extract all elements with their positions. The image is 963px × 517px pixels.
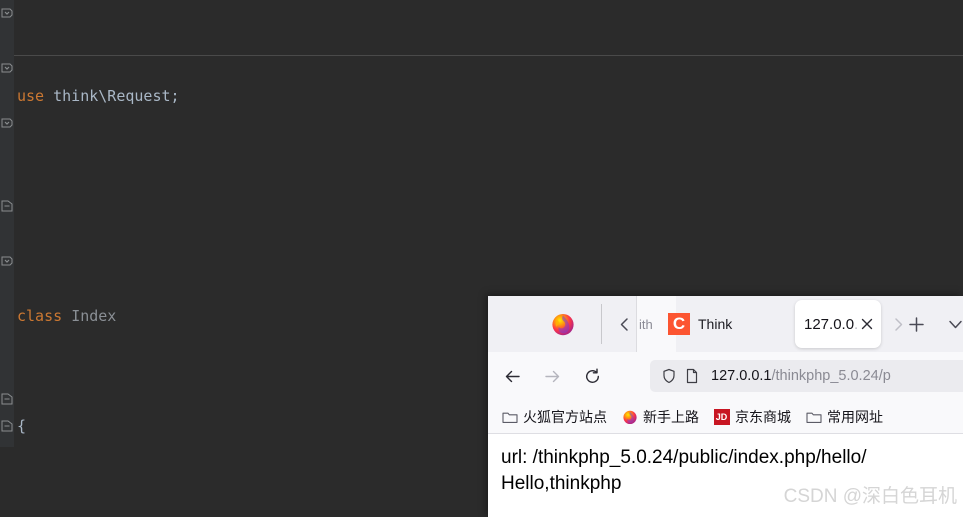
token-keyword-use: use [17,86,45,105]
page-icon[interactable] [683,367,701,385]
token-open-brace: { [17,416,27,435]
folder-icon [805,408,822,425]
csdn-favicon-icon: C [668,313,690,335]
code-line[interactable]: use think\Request; [14,83,963,111]
tab-thinkphp[interactable]: C Think [668,296,796,352]
bookmark-label: 火狐官方站点 [523,408,607,425]
browser-tab-strip[interactable]: ith C Think 127.0.0.0 [488,296,963,352]
fold-arrow-icon[interactable] [1,63,13,75]
arrow-right-icon[interactable] [536,360,568,392]
folder-icon [501,408,518,425]
fold-arrow-icon[interactable] [1,8,13,20]
shield-icon[interactable] [660,367,678,385]
close-icon[interactable] [858,316,875,333]
bookmarks-bar[interactable]: 火狐官方站点 新手上路 JD 京东商城 常用网址 [488,400,963,434]
csdn-watermark: CSDN @深白色耳机 [783,486,957,507]
bookmark-newbie[interactable]: 新手上路 [621,407,699,427]
url-text: 127.0.0.1/thinkphp_5.0.24/p [711,368,891,384]
bookmark-label: 新手上路 [643,408,699,425]
editor-gutter[interactable] [0,0,14,447]
chevron-down-icon[interactable] [940,309,963,339]
tab-partial-label: ith [639,316,653,332]
screen: use think\Request; class Index { public … [0,0,963,517]
fold-collapsed-icon[interactable] [1,420,13,432]
bookmark-huohu-official[interactable]: 火狐官方站点 [501,407,607,427]
bookmark-label: 常用网址 [827,408,883,425]
bookmark-label: 京东商城 [735,408,791,425]
fold-collapsed-icon[interactable] [1,393,13,405]
fold-arrow-icon[interactable] [1,118,13,130]
plus-icon[interactable] [901,309,931,339]
fold-collapsed-icon[interactable] [1,200,13,212]
chevron-left-icon[interactable] [610,310,638,338]
arrow-left-icon[interactable] [496,360,528,392]
browser-nav-bar[interactable]: 127.0.0.1/thinkphp_5.0.24/p [488,352,963,400]
page-content: url: /thinkphp_5.0.24/public/index.php/h… [488,434,963,517]
jd-icon-text: JD [713,408,730,425]
tab-active-label: 127.0.0.0 [804,315,858,333]
token-class-name: Index [71,306,117,325]
reload-icon[interactable] [576,360,608,392]
firefox-icon [621,408,638,425]
fold-arrow-icon[interactable] [1,256,13,268]
bookmark-common-sites[interactable]: 常用网址 [805,407,883,427]
tab-active-localhost[interactable]: 127.0.0.0 [795,300,881,348]
jd-icon: JD [713,408,730,425]
firefox-icon [550,311,576,337]
token-keyword-class: class [17,306,63,325]
token-namespace-path: think\Request; [53,86,180,105]
tab-thinkphp-label: Think [698,316,733,332]
code-line-empty[interactable] [14,193,963,221]
tabstrip-divider [601,304,602,344]
firefox-browser-window[interactable]: ith C Think 127.0.0.0 [488,296,963,517]
bookmark-jd[interactable]: JD 京东商城 [713,407,791,427]
page-output-url-line: url: /thinkphp_5.0.24/public/index.php/h… [501,447,867,468]
url-address-bar[interactable]: 127.0.0.1/thinkphp_5.0.24/p [650,360,963,392]
